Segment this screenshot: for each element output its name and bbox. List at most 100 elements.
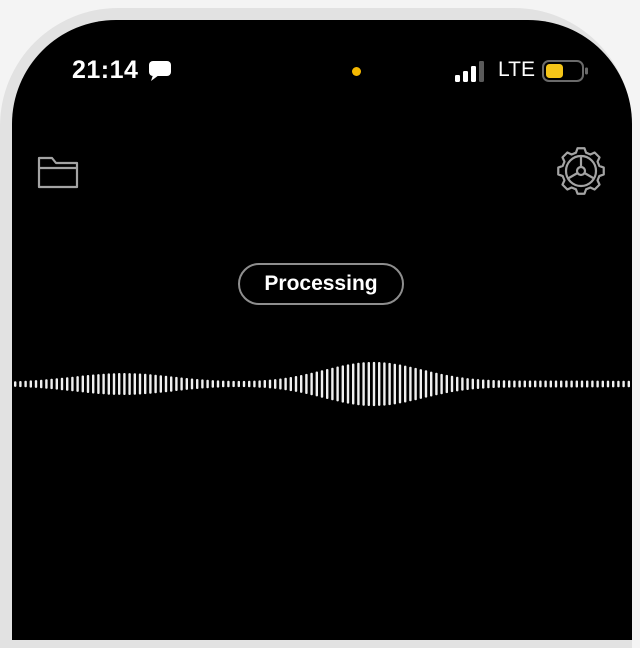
processing-status-badge: Processing (238, 263, 404, 305)
waveform-bar (627, 380, 630, 388)
waveform-bar (445, 374, 448, 394)
waveform-bar (185, 378, 188, 390)
waveform-bar (24, 380, 27, 388)
waveform-bar (107, 373, 110, 395)
waveform-bar (112, 373, 116, 395)
waveform-bar (580, 380, 584, 388)
waveform-bar (128, 373, 131, 395)
waveform-bar (414, 367, 417, 401)
waveform-bar (201, 379, 204, 389)
waveform-bar (502, 380, 506, 388)
waveform-bar (60, 377, 64, 391)
waveform-bar (461, 377, 464, 391)
audio-waveform (14, 361, 630, 407)
waveform-bar (617, 380, 620, 388)
waveform-bar (248, 380, 251, 388)
waveform-bar (388, 362, 391, 406)
waveform-bar (466, 378, 469, 390)
waveform-bar (175, 376, 178, 391)
waveform-bar (211, 380, 214, 388)
waveform-bar (404, 365, 407, 403)
signal-bar-4 (479, 61, 484, 82)
waveform-bar (159, 375, 162, 393)
waveform-bar (216, 380, 220, 388)
waveform-bar (242, 380, 246, 388)
waveform-bar (586, 380, 589, 388)
waveform-bar (482, 379, 485, 389)
waveform-bar (92, 374, 95, 394)
waveform-bar (549, 380, 552, 388)
privacy-indicator-dot (352, 67, 361, 76)
waveform-bar (575, 380, 578, 388)
waveform-bar (50, 378, 53, 390)
waveform-bar (372, 361, 376, 407)
waveform-bar (409, 366, 412, 402)
waveform-bar (222, 380, 225, 388)
status-time: 21:14 (72, 56, 139, 84)
waveform-bar (622, 380, 625, 388)
waveform-bar (513, 380, 516, 388)
waveform-bar (86, 375, 90, 393)
waveform-bar (154, 374, 157, 394)
waveform-bar (435, 372, 438, 396)
waveform-bar (294, 376, 298, 392)
waveform-bar (284, 377, 287, 391)
waveform-bar (534, 380, 537, 388)
waveform-bar (357, 362, 360, 406)
waveform-bar (19, 381, 22, 388)
battery-level-fill (546, 64, 563, 78)
waveform-bar (393, 363, 396, 405)
signal-bar-2 (463, 71, 468, 82)
waveform-bar (346, 364, 350, 404)
waveform-bar (487, 379, 490, 389)
waveform-bar (76, 376, 79, 392)
waveform-bar (97, 374, 100, 394)
waveform-bar (492, 380, 495, 388)
waveform-bar (149, 374, 152, 394)
waveform-bar (560, 380, 563, 388)
waveform-bar (471, 378, 474, 390)
waveform-bar (133, 373, 136, 395)
waveform-bar (118, 373, 121, 395)
waveform-bar (263, 380, 266, 388)
waveform-bar (596, 380, 599, 388)
waveform-bar (274, 379, 277, 389)
gear-icon[interactable] (556, 146, 606, 196)
waveform-bar (450, 375, 454, 393)
waveform-bar (138, 373, 142, 395)
waveform-bar (367, 362, 370, 406)
waveform-bar (305, 373, 308, 394)
waveform-bar (14, 381, 17, 387)
waveform-bar (258, 380, 261, 388)
waveform-bar (341, 365, 344, 403)
waveform-bar (40, 379, 43, 389)
phone-screen: 21:14 LTE Processing (12, 20, 632, 640)
folder-icon[interactable] (36, 154, 80, 190)
waveform-bar (326, 369, 329, 399)
waveform-bar (352, 363, 355, 405)
waveform-bar (601, 380, 604, 388)
waveform-bar (180, 377, 183, 391)
waveform-bar (81, 375, 84, 393)
waveform-bar (508, 380, 511, 388)
battery-icon (542, 60, 588, 82)
waveform-bar (300, 375, 303, 393)
message-icon (149, 61, 171, 81)
waveform-bar (544, 380, 547, 388)
waveform-bar (196, 379, 199, 389)
waveform-bar (606, 380, 610, 388)
waveform-bar (383, 362, 386, 406)
waveform-bar (320, 370, 324, 398)
waveform-bar (170, 376, 173, 392)
waveform-bar (289, 377, 292, 392)
waveform-bar (430, 371, 433, 397)
waveform-bar (424, 370, 428, 398)
waveform-bar (497, 380, 500, 388)
waveform-bar (331, 367, 334, 401)
waveform-bar (518, 380, 521, 388)
signal-bar-1 (455, 75, 460, 82)
waveform-bar (476, 379, 480, 389)
waveform-bar (336, 366, 339, 402)
waveform-bar (398, 364, 402, 404)
waveform-bar (362, 362, 365, 406)
